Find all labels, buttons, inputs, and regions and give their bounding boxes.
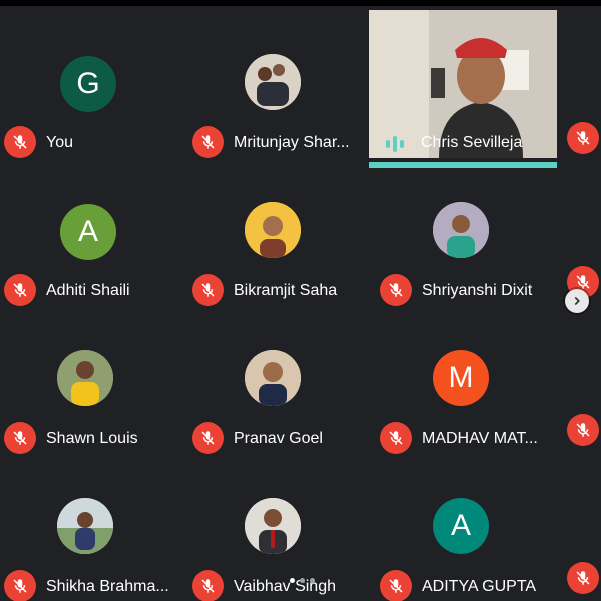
page-dot — [299, 577, 305, 583]
participant-tile-you[interactable]: G You — [0, 10, 184, 158]
avatar — [433, 202, 489, 258]
mic-off-icon[interactable] — [380, 570, 412, 601]
mic-off-icon[interactable] — [567, 562, 599, 594]
participant-tile[interactable]: Mritunjay Shar... — [188, 10, 372, 158]
avatar — [57, 350, 113, 406]
participant-tile[interactable]: A ADITYA GUPTA — [376, 454, 560, 601]
avatar — [245, 54, 301, 110]
avatar-letter: G — [76, 67, 100, 100]
participant-name: Pranav Goel — [234, 430, 323, 447]
avatar-letter: A — [450, 509, 471, 542]
participant-name: Shikha Brahma... — [46, 578, 169, 595]
avatar — [245, 350, 301, 406]
audio-level-icon — [386, 136, 404, 152]
mic-off-icon[interactable] — [4, 570, 36, 601]
avatar — [245, 202, 301, 258]
participant-tile[interactable]: A Adhiti Shaili — [0, 158, 184, 306]
page-indicator — [272, 575, 332, 585]
page-dot-active — [289, 577, 295, 583]
participant-name: Mritunjay Shar... — [234, 134, 350, 151]
mic-off-icon[interactable] — [192, 422, 224, 454]
meeting-grid: G You Mritunjay Shar... Chris Sevilleja … — [0, 0, 601, 601]
participant-name: ADITYA GUPTA — [422, 578, 537, 595]
avatar-letter: A — [77, 215, 98, 248]
mic-off-icon[interactable] — [4, 422, 36, 454]
participant-name: MADHAV MAT... — [422, 430, 538, 447]
participant-tile[interactable]: M MADHAV MAT... — [376, 306, 560, 454]
avatar-letter: M — [448, 361, 474, 394]
page-dot — [309, 577, 315, 583]
mic-off-icon[interactable] — [4, 126, 36, 158]
participant-name: Bikramjit Saha — [234, 282, 338, 299]
participant-tile[interactable]: Shikha Brahma... — [0, 454, 184, 601]
participant-tile[interactable]: Bikramjit Saha — [188, 158, 372, 306]
mic-off-icon[interactable] — [567, 122, 599, 154]
participant-tile[interactable]: Shawn Louis — [0, 306, 184, 454]
mic-off-icon[interactable] — [4, 274, 36, 306]
mic-off-icon[interactable] — [380, 422, 412, 454]
mic-off-icon[interactable] — [380, 274, 412, 306]
mic-off-icon[interactable] — [192, 570, 224, 601]
participant-name: You — [46, 134, 73, 151]
participant-tile-speaking[interactable]: Chris Sevilleja — [369, 10, 557, 168]
avatar: A — [60, 204, 116, 260]
participant-tile[interactable]: Pranav Goel — [188, 306, 372, 454]
participant-name: Shriyanshi Dixit — [422, 282, 533, 299]
participant-name: Adhiti Shaili — [46, 282, 130, 299]
participant-name: Shawn Louis — [46, 430, 138, 447]
mic-off-icon[interactable] — [567, 414, 599, 446]
mic-off-icon[interactable] — [192, 274, 224, 306]
avatar — [57, 498, 113, 554]
top-bar — [0, 0, 601, 6]
avatar: G — [60, 56, 116, 112]
avatar — [245, 498, 301, 554]
mic-off-icon[interactable] — [192, 126, 224, 158]
participant-name: Chris Sevilleja — [421, 134, 523, 151]
chevron-right-icon[interactable] — [565, 289, 589, 313]
participant-tile[interactable]: Shriyanshi Dixit — [376, 158, 560, 306]
avatar: A — [433, 498, 489, 554]
avatar: M — [433, 350, 489, 406]
